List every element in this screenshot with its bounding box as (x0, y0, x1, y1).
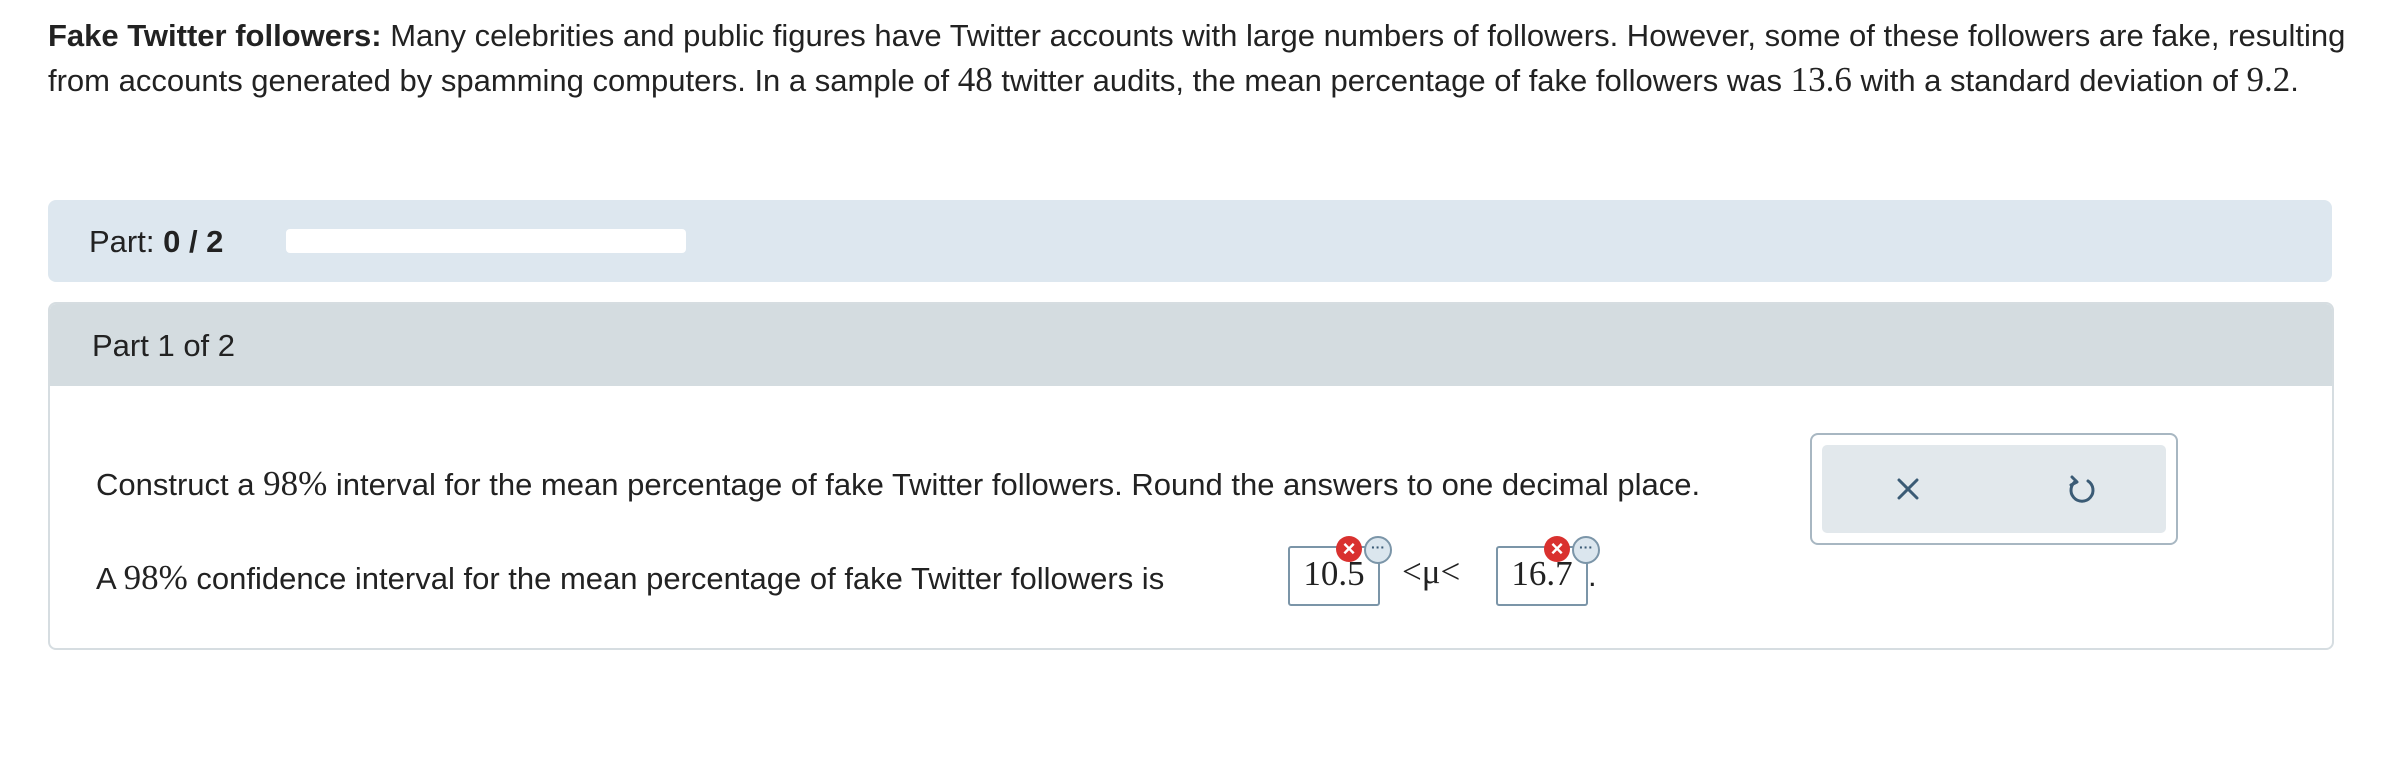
answer-text-2: confidence interval for the mean percent… (187, 561, 1165, 596)
clear-button[interactable] (1888, 469, 1928, 509)
answer-text-1: A (96, 561, 124, 596)
question-text-1: Construct a (96, 467, 264, 502)
answer-period: . (1588, 558, 1597, 593)
answer-tools-bar (1822, 445, 2166, 533)
lower-bound-input[interactable]: 10.5 × ··· (1288, 536, 1392, 606)
upper-bound-value: 16.7 (1511, 554, 1573, 593)
question-text: Construct a 98% interval for the mean pe… (96, 464, 1700, 504)
answer-confidence-level: 98% (123, 558, 188, 597)
answer-tools-panel (1810, 433, 2178, 545)
problem-text-3: with a standard deviation of (1851, 63, 2247, 98)
undo-icon (2069, 475, 2095, 503)
lower-bound-value: 10.5 (1303, 554, 1365, 593)
part-header-title: Part 1 of 2 (92, 328, 236, 363)
upper-bound-input[interactable]: 16.7 × ··· (1496, 536, 1600, 606)
sample-mean: 13.6 (1790, 60, 1852, 99)
answer-sentence: A 98% confidence interval for the mean p… (96, 558, 1164, 598)
problem-text-4: . (2290, 63, 2299, 98)
incorrect-x-icon: × (1544, 536, 1570, 562)
question-text-2: interval for the mean percentage of fake… (327, 467, 1701, 502)
incorrect-x-icon: × (1336, 536, 1362, 562)
part-header[interactable]: Part 1 of 2 (50, 304, 2332, 386)
part-progress-caption: Part: (89, 224, 155, 259)
problem-statement: Fake Twitter followers: Many celebrities… (48, 14, 2348, 103)
close-icon (1897, 478, 1919, 500)
more-options-icon[interactable]: ··· (1364, 536, 1392, 564)
undo-button[interactable] (2062, 469, 2102, 509)
part-progress-bar: Part: 0 / 2 (48, 200, 2332, 282)
sample-size: 48 (957, 60, 993, 99)
progress-track (286, 229, 686, 253)
problem-title: Fake Twitter followers: (48, 18, 382, 53)
part-progress-value: 0 / 2 (163, 224, 224, 259)
confidence-level: 98% (263, 464, 328, 503)
standard-deviation: 9.2 (2246, 60, 2291, 99)
mu-inequality: <μ< (1402, 552, 1461, 591)
problem-text-2: twitter audits, the mean percentage of f… (992, 63, 1791, 98)
part-progress-label: Part: 0 / 2 (89, 224, 223, 260)
